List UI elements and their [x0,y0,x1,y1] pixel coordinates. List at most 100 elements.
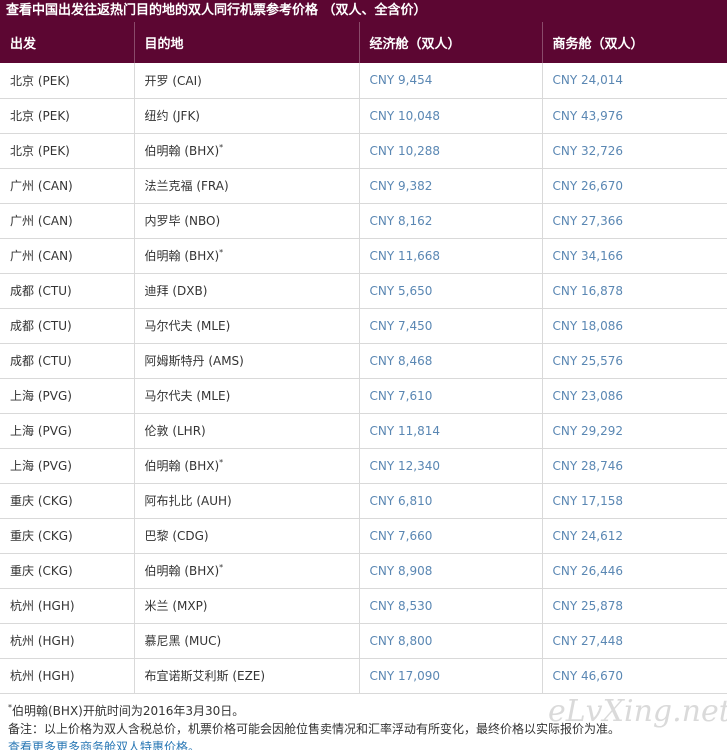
footnote-marker: * [219,563,224,572]
cell-destination: 伯明翰 (BHX)* [134,238,360,274]
table-row: 北京 (PEK) 开罗 (CAI) CNY 9,454 CNY 24,014 [0,63,727,99]
header-economy: 经济舱（双人） [359,22,543,63]
cell-business-price-text: CNY 46,670 [552,668,624,683]
cell-origin-text: 重庆 (CKG) [10,494,73,508]
cell-origin-text: 成都 (CTU) [10,284,72,298]
cell-business-price-text: CNY 29,292 [552,423,624,438]
cell-origin-text: 重庆 (CKG) [10,564,73,578]
table-row: 成都 (CTU) 马尔代夫 (MLE) CNY 7,450 CNY 18,086 [0,308,727,344]
cell-economy-price-text: CNY 12,340 [369,458,441,473]
table-row: 重庆 (CKG) 阿布扎比 (AUH) CNY 6,810 CNY 17,158 [0,483,727,519]
cell-origin-text: 北京 (PEK) [10,144,70,158]
table-row: 成都 (CTU) 迪拜 (DXB) CNY 5,650 CNY 16,878 [0,273,727,309]
cell-destination: 阿姆斯特丹 (AMS) [134,343,360,379]
cell-business-price: CNY 26,670 [542,168,727,204]
cell-business-price: CNY 46,670 [542,658,727,694]
cell-economy-price-text: CNY 10,048 [369,108,441,123]
cell-business-price: CNY 25,878 [542,588,727,624]
cell-destination: 伦敦 (LHR) [134,413,360,449]
footnote-marker: * [219,248,224,257]
cell-destination: 阿布扎比 (AUH) [134,483,360,519]
cell-destination-text: 伯明翰 (BHX) [144,564,220,578]
cell-destination: 内罗毕 (NBO) [134,203,360,239]
cell-business-price: CNY 17,158 [542,483,727,519]
cell-destination: 法兰克福 (FRA) [134,168,360,204]
footnote-marker: * [219,458,224,467]
footnote-marker: * [219,143,224,152]
cell-business-price-text: CNY 18,086 [552,318,624,333]
cell-destination-text: 米兰 (MXP) [144,599,208,613]
table-row: 杭州 (HGH) 慕尼黑 (MUC) CNY 8,800 CNY 27,448 [0,623,727,659]
cell-origin-text: 上海 (PVG) [10,389,72,403]
cell-economy-price: CNY 8,530 [359,588,543,624]
cell-economy-price-text: CNY 11,814 [369,423,441,438]
cell-business-price: CNY 43,976 [542,98,727,134]
cell-business-price-text: CNY 26,670 [552,178,624,193]
cell-destination: 布宜诺斯艾利斯 (EZE) [134,658,360,694]
cell-business-price-text: CNY 28,746 [552,458,624,473]
cell-origin: 重庆 (CKG) [0,483,135,519]
cell-business-price-text: CNY 32,726 [552,143,624,158]
table-row: 广州 (CAN) 伯明翰 (BHX)* CNY 11,668 CNY 34,166 [0,238,727,274]
table-row: 上海 (PVG) 伦敦 (LHR) CNY 11,814 CNY 29,292 [0,413,727,449]
cell-origin: 重庆 (CKG) [0,553,135,589]
cell-origin: 成都 (CTU) [0,343,135,379]
cell-economy-price: CNY 11,814 [359,413,543,449]
cell-origin: 广州 (CAN) [0,238,135,274]
cell-economy-price-text: CNY 8,530 [369,598,433,613]
cell-economy-price: CNY 7,660 [359,518,543,554]
cell-business-price-text: CNY 24,014 [552,73,624,88]
cell-business-price: CNY 27,366 [542,203,727,239]
header-business: 商务舱（双人） [542,22,727,63]
cell-business-price-text: CNY 24,612 [552,528,624,543]
cell-economy-price: CNY 9,454 [359,63,543,99]
cell-origin-text: 广州 (CAN) [10,214,73,228]
cell-destination-text: 巴黎 (CDG) [144,529,209,543]
cell-economy-price-text: CNY 7,610 [369,388,433,403]
fare-table: 出发 目的地 经济舱（双人） 商务舱（双人） 北京 (PEK) 开罗 (CAI) C… [0,22,727,694]
cell-economy-price: CNY 5,650 [359,273,543,309]
more-fares-link[interactable]: 查看更多更多商务舱双人特惠价格。 [8,738,723,750]
cell-origin: 广州 (CAN) [0,168,135,204]
cell-destination-text: 伯明翰 (BHX) [144,459,220,473]
cell-origin-text: 上海 (PVG) [10,424,72,438]
cell-destination: 巴黎 (CDG) [134,518,360,554]
cell-business-price: CNY 16,878 [542,273,727,309]
table-row: 广州 (CAN) 法兰克福 (FRA) CNY 9,382 CNY 26,670 [0,168,727,204]
cell-origin: 成都 (CTU) [0,273,135,309]
cell-origin: 北京 (PEK) [0,133,135,169]
cell-business-price: CNY 26,446 [542,553,727,589]
cell-economy-price: CNY 17,090 [359,658,543,694]
cell-economy-price-text: CNY 10,288 [369,143,441,158]
table-row: 上海 (PVG) 伯明翰 (BHX)* CNY 12,340 CNY 28,746 [0,448,727,484]
cell-economy-price: CNY 7,610 [359,378,543,414]
cell-business-price: CNY 32,726 [542,133,727,169]
cell-business-price: CNY 28,746 [542,448,727,484]
cell-destination: 迪拜 (DXB) [134,273,360,309]
cell-destination-text: 迪拜 (DXB) [144,284,208,298]
cell-destination-text: 慕尼黑 (MUC) [144,634,222,648]
footnote-text: 伯明翰(BHX)开航时间为2016年3月30日。 [12,704,245,718]
table-row: 重庆 (CKG) 伯明翰 (BHX)* CNY 8,908 CNY 26,446 [0,553,727,589]
cell-business-price: CNY 24,612 [542,518,727,554]
cell-origin-text: 北京 (PEK) [10,109,70,123]
cell-destination-text: 马尔代夫 (MLE) [144,319,231,333]
cell-business-price: CNY 29,292 [542,413,727,449]
cell-destination-text: 伯明翰 (BHX) [144,144,220,158]
cell-origin-text: 重庆 (CKG) [10,529,73,543]
cell-origin: 北京 (PEK) [0,63,135,99]
cell-business-price-text: CNY 34,166 [552,248,624,263]
page-title: 查看中国出发往返热门目的地的双人同行机票参考价格 （双人、全含价） [0,0,727,22]
header-destination: 目的地 [134,22,360,63]
table-row: 广州 (CAN) 内罗毕 (NBO) CNY 8,162 CNY 27,366 [0,203,727,239]
cell-destination-text: 开罗 (CAI) [144,73,202,88]
cell-origin-text: 杭州 (HGH) [10,634,75,648]
cell-economy-price-text: CNY 7,450 [369,318,433,333]
table-row: 重庆 (CKG) 巴黎 (CDG) CNY 7,660 CNY 24,612 [0,518,727,554]
cell-origin: 广州 (CAN) [0,203,135,239]
cell-origin: 杭州 (HGH) [0,588,135,624]
cell-origin: 杭州 (HGH) [0,623,135,659]
cell-business-price-text: CNY 17,158 [552,493,624,508]
cell-origin-text: 广州 (CAN) [10,179,73,193]
cell-destination-text: 纽约 (JFK) [144,109,201,123]
